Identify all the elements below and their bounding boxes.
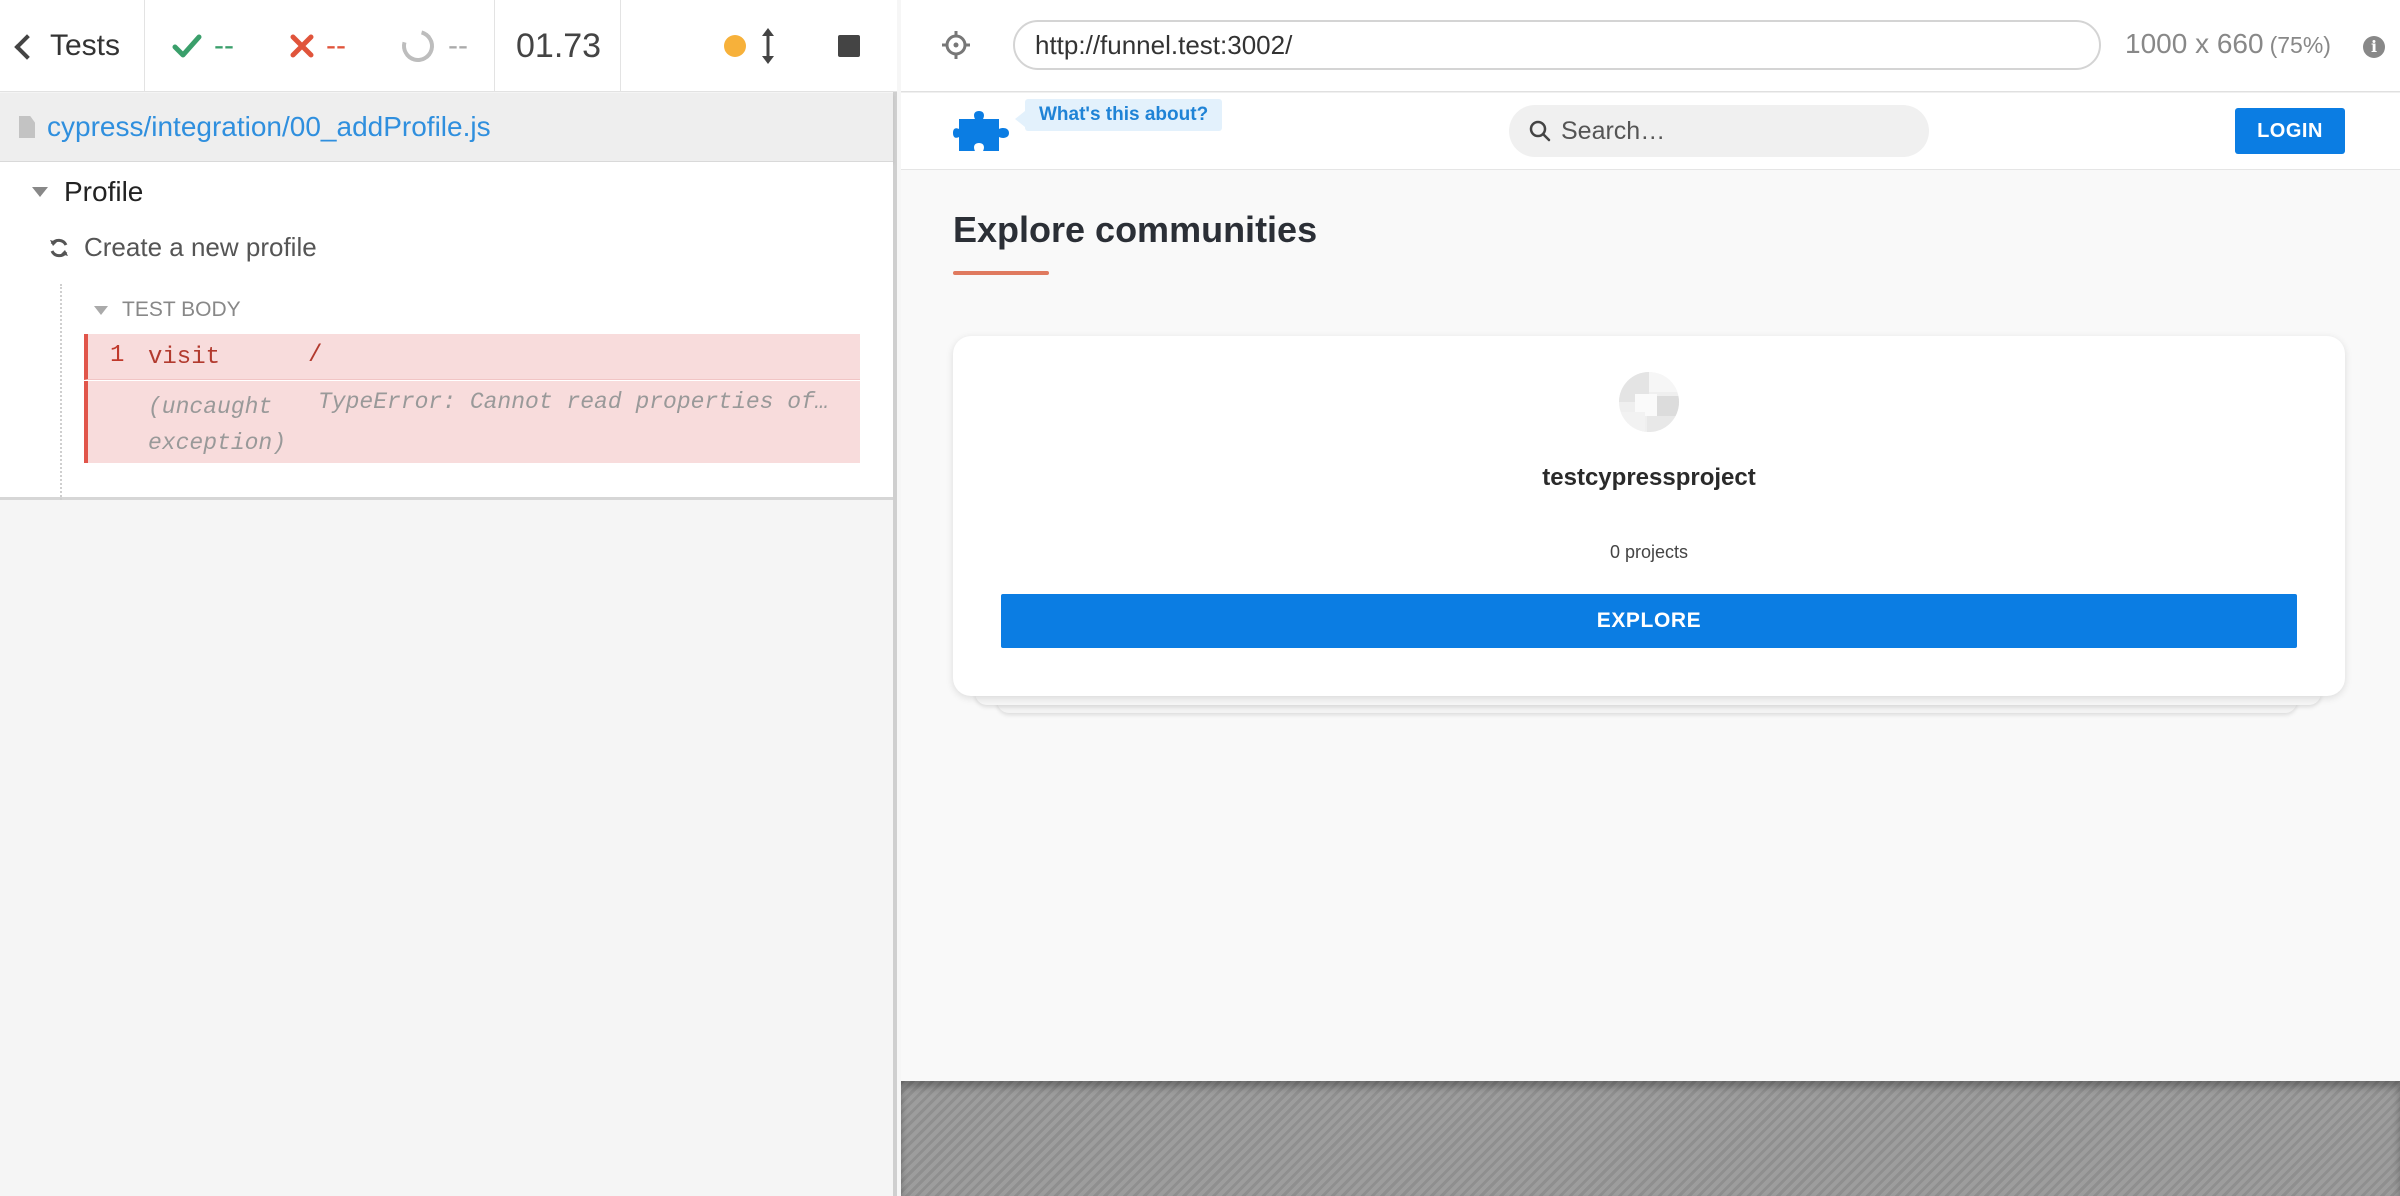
suite-title-label: Profile: [64, 176, 144, 207]
title-underline: [953, 271, 1049, 275]
passed-count-value: --: [214, 29, 234, 62]
resize-vertical-icon[interactable]: [760, 26, 776, 66]
divider: [144, 0, 145, 92]
tests-back-label: Tests: [50, 29, 121, 62]
suite-title[interactable]: Profile: [32, 176, 143, 208]
file-icon: [19, 116, 35, 138]
pending-ring-icon: [396, 24, 440, 68]
command-message: /: [308, 342, 323, 369]
page-title: Explore communities: [953, 209, 1318, 250]
login-button[interactable]: LOGIN: [2235, 108, 2345, 154]
test-title[interactable]: Create a new profile: [48, 232, 317, 263]
command-name: visit: [148, 344, 221, 371]
aut-panel: http://funnel.test:3002/ 1000 x 660 (75%)…: [901, 0, 2400, 1196]
community-card: testcypressproject 0 projects EXPLORE: [953, 336, 2345, 696]
community-name: testcypressproject: [1542, 464, 1756, 491]
app-iframe: What's this about? Search… LOGIN Explore…: [901, 93, 2400, 1081]
runnables-list: Profile Create a new profile TEST BODY 1…: [0, 162, 893, 500]
exception-message: TypeError: Cannot read properties of…: [318, 389, 829, 415]
tests-back-button[interactable]: Tests: [14, 0, 121, 92]
community-avatar: [1619, 372, 1679, 432]
stop-icon[interactable]: [838, 35, 860, 57]
caret-down-icon: [94, 305, 108, 315]
command-tree: TEST BODY 1 visit / (uncaught exception)…: [60, 284, 862, 500]
test-body-header[interactable]: TEST BODY: [94, 298, 241, 322]
caret-down-icon: [32, 187, 48, 197]
divider: [620, 0, 621, 92]
spec-file-bar: cypress/integration/00_addProfile.js: [0, 93, 893, 162]
passed-count: --: [172, 0, 234, 92]
viewport-dimensions: 1000 x 660: [2125, 28, 2264, 59]
test-body-label: TEST BODY: [122, 298, 241, 321]
running-dot-icon: [724, 35, 746, 57]
search-placeholder: Search…: [1561, 116, 1666, 145]
command-number: 1: [110, 342, 125, 369]
viewport-size: 1000 x 660 (75%): [2125, 28, 2331, 60]
viewport-overflow-area: [901, 1081, 2400, 1196]
puzzle-logo-icon[interactable]: [953, 107, 1013, 155]
viewport-scale: (75%): [2269, 32, 2331, 58]
divider: [494, 0, 495, 92]
search-icon: [1529, 120, 1551, 142]
about-tag[interactable]: What's this about?: [1014, 99, 1223, 131]
refresh-icon: [50, 238, 68, 257]
exception-name: (uncaught exception): [148, 394, 287, 456]
duration: 01.73: [516, 26, 602, 65]
reporter-stats-header: Tests -- -- -- 01.73: [0, 0, 897, 92]
check-icon: [172, 34, 202, 58]
command-row[interactable]: 1 visit /: [84, 334, 860, 380]
chevron-left-icon: [14, 34, 40, 60]
url-text: http://funnel.test:3002/: [1035, 29, 1293, 60]
info-icon[interactable]: i: [2363, 36, 2385, 58]
pending-count: --: [396, 0, 468, 92]
reporter-panel: Tests -- -- -- 01.73 cypress/integration…: [0, 0, 897, 1196]
search-input[interactable]: Search…: [1509, 105, 1929, 157]
app-header: What's this about? Search… LOGIN: [901, 93, 2400, 170]
spec-file-link[interactable]: cypress/integration/00_addProfile.js: [47, 111, 491, 143]
url-field[interactable]: http://funnel.test:3002/: [1013, 20, 2101, 70]
test-title-label: Create a new profile: [84, 232, 317, 262]
project-count: 0 projects: [1609, 542, 1689, 562]
pending-count-value: --: [448, 29, 468, 62]
crosshair-icon[interactable]: [941, 30, 971, 60]
aut-header: http://funnel.test:3002/ 1000 x 660 (75%)…: [901, 0, 2400, 92]
x-icon: [290, 34, 314, 58]
exception-row[interactable]: (uncaught exception) TypeError: Cannot r…: [84, 381, 860, 463]
failed-count: --: [290, 0, 346, 92]
explore-button[interactable]: EXPLORE: [1001, 594, 2297, 648]
failed-count-value: --: [326, 29, 346, 62]
